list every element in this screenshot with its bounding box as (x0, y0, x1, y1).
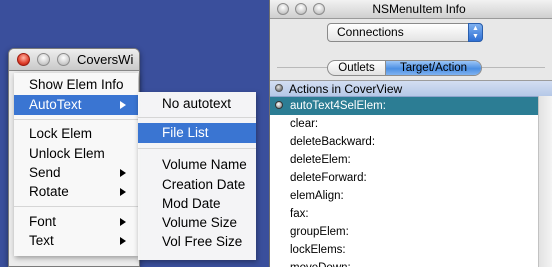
action-name: lockElems: (290, 244, 346, 256)
minimize-button[interactable] (37, 53, 50, 66)
action-row[interactable]: lockElems: (270, 241, 552, 259)
info-window-titlebar[interactable]: NSMenuItem Info (270, 0, 552, 19)
submenu-item-mod-date[interactable]: Mod Date (138, 194, 256, 214)
menu-item-text[interactable]: Text (14, 231, 138, 251)
close-button[interactable] (17, 53, 30, 66)
menu-item-show-elem-info[interactable]: Show Elem Info (14, 75, 138, 95)
action-name: deleteForward: (290, 172, 367, 184)
actions-list: Actions in CoverView autoText4SelElem: cl… (270, 80, 552, 267)
action-name: moveDown: (290, 262, 351, 267)
submenu-item-volume-size[interactable]: Volume Size (138, 213, 256, 233)
menu-item-unlock-elem[interactable]: Unlock Elem (14, 144, 138, 164)
zoom-button[interactable] (57, 53, 70, 66)
popup-selected-value: Connections (337, 25, 404, 39)
submenu-arrow-icon (120, 188, 126, 196)
submenu-item-vol-free-size[interactable]: Vol Free Size (138, 232, 256, 252)
menu-item-lock-elem[interactable]: Lock Elem (14, 124, 138, 144)
bullet-icon (275, 84, 283, 92)
action-row[interactable]: deleteForward: (270, 169, 552, 187)
menu-item-label: Font (29, 214, 57, 229)
submenu-item-no-autotext[interactable]: No autotext (138, 94, 256, 114)
list-rows: autoText4SelElem: clear: deleteBackward: de… (270, 97, 552, 267)
action-row[interactable]: groupElem: (270, 223, 552, 241)
menu-item-label: Text (29, 233, 54, 248)
scrollbar[interactable] (538, 96, 552, 267)
submenu-item-file-list[interactable]: File List (138, 123, 256, 143)
connection-dot-icon (275, 101, 283, 109)
action-row[interactable]: clear: (270, 115, 552, 133)
action-name: groupElem: (290, 226, 349, 238)
menu-separator (138, 148, 256, 149)
tab-outlets[interactable]: Outlets (328, 61, 386, 75)
action-row[interactable]: deleteElem: (270, 151, 552, 169)
action-name: fax: (290, 208, 309, 220)
context-menu: Show Elem Info AutoText Lock Elem Unlock… (14, 73, 138, 256)
action-row[interactable]: elemAlign: (270, 187, 552, 205)
submenu-arrow-icon (120, 218, 126, 226)
submenu-arrow-icon (120, 237, 126, 245)
action-name: elemAlign: (290, 190, 344, 202)
window-title: CoversWi (77, 52, 134, 67)
inspector-popup[interactable]: Connections ▲ ▼ (327, 23, 483, 42)
action-row[interactable]: deleteBackward: (270, 133, 552, 151)
menu-item-label: AutoText (29, 97, 82, 112)
action-name: clear: (290, 118, 319, 130)
menu-item-send[interactable]: Send (14, 163, 138, 183)
info-window: NSMenuItem Info Connections ▲ ▼ Outlets T… (269, 0, 552, 267)
list-header[interactable]: Actions in CoverView (270, 81, 552, 97)
submenu-arrow-icon (120, 101, 126, 109)
menu-separator (14, 206, 138, 207)
covers-window-titlebar[interactable]: CoversWi (9, 49, 139, 71)
autotext-submenu: No autotext File List Volume Name Creati… (138, 92, 256, 260)
submenu-arrow-icon (120, 169, 126, 177)
tab-segmented-control: Outlets Target/Action (327, 60, 482, 76)
menu-item-label: Rotate (29, 184, 69, 199)
tab-target-action[interactable]: Target/Action (386, 61, 481, 75)
action-name: autoText4SelElem: (290, 100, 386, 112)
menu-separator (14, 119, 138, 120)
menu-item-label: Send (29, 165, 61, 180)
action-row[interactable]: autoText4SelElem: (270, 97, 552, 115)
window-title: NSMenuItem Info (372, 2, 466, 16)
menu-separator (138, 117, 256, 118)
submenu-item-creation-date[interactable]: Creation Date (138, 175, 256, 195)
action-name: deleteBackward: (290, 136, 376, 148)
list-header-label: Actions in CoverView (289, 82, 403, 96)
popup-arrows-icon: ▲ ▼ (468, 23, 483, 42)
menu-item-autotext[interactable]: AutoText (14, 95, 138, 115)
action-row[interactable]: fax: (270, 205, 552, 223)
action-row[interactable]: moveDown: (270, 259, 552, 267)
menu-item-font[interactable]: Font (14, 212, 138, 232)
menu-item-rotate[interactable]: Rotate (14, 182, 138, 202)
action-name: deleteElem: (290, 154, 351, 166)
submenu-item-volume-name[interactable]: Volume Name (138, 155, 256, 175)
